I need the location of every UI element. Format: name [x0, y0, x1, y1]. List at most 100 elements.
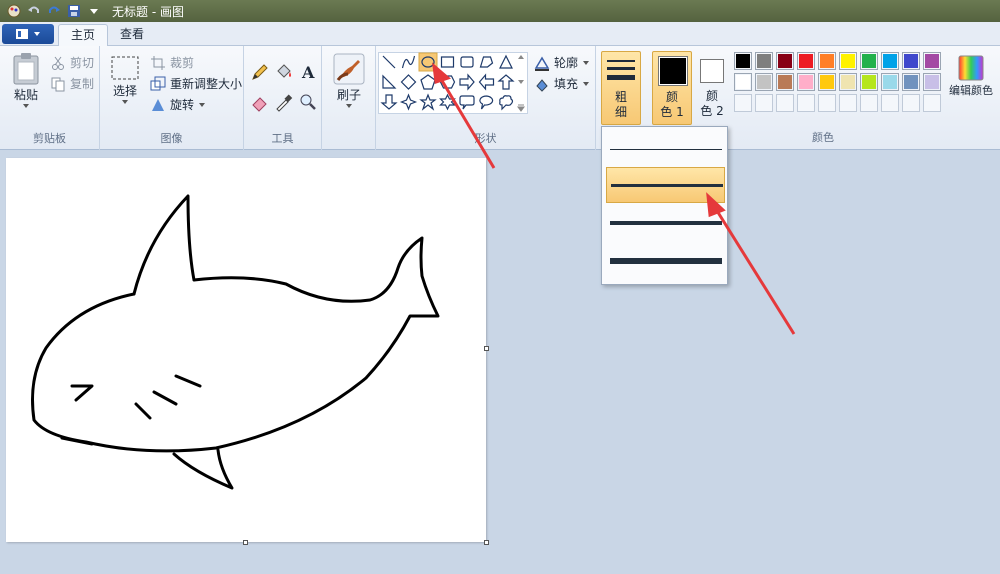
- rotate-button[interactable]: 旋转: [150, 96, 206, 113]
- chevron-down-icon: [199, 102, 206, 107]
- file-menu-button[interactable]: [2, 24, 54, 44]
- hexagon-icon[interactable]: [439, 75, 456, 89]
- text-button[interactable]: A: [298, 62, 318, 82]
- four-point-star-icon[interactable]: [399, 93, 418, 111]
- oval-callout-icon[interactable]: [479, 95, 494, 110]
- redo-icon[interactable]: [46, 3, 62, 19]
- six-point-star-icon[interactable]: [439, 93, 456, 111]
- palette-color-c3c3c3[interactable]: [755, 73, 773, 91]
- palette-color-ff7f27[interactable]: [818, 52, 836, 70]
- right-triangle-icon[interactable]: [382, 74, 397, 89]
- palette-empty-slot[interactable]: [881, 94, 899, 112]
- rectangle-icon[interactable]: [440, 56, 455, 68]
- eraser-button[interactable]: [250, 92, 270, 112]
- pentagon-icon[interactable]: [420, 74, 436, 90]
- palette-swatch-fill: [757, 75, 771, 89]
- palette-empty-slot[interactable]: [755, 94, 773, 112]
- scroll-up-icon[interactable]: [517, 54, 525, 60]
- right-arrow-icon[interactable]: [459, 73, 475, 91]
- magnifier-button[interactable]: [298, 92, 318, 112]
- palette-empty-slot[interactable]: [860, 94, 878, 112]
- size-option-thin[interactable]: [606, 131, 725, 167]
- color1-button[interactable]: 颜 色 1: [652, 51, 692, 125]
- color2-button[interactable]: 颜 色 2: [694, 51, 730, 125]
- palette-empty-slot[interactable]: [797, 94, 815, 112]
- palette-color-7092be[interactable]: [902, 73, 920, 91]
- palette-color-00a2e8[interactable]: [881, 52, 899, 70]
- color-palette: [734, 52, 944, 116]
- fill-button[interactable]: [274, 62, 294, 82]
- size-option-thick[interactable]: [606, 205, 725, 241]
- cloud-callout-icon[interactable]: [499, 95, 514, 111]
- cut-button[interactable]: 剪切: [50, 54, 94, 71]
- palette-empty-slot[interactable]: [839, 94, 857, 112]
- brushes-button[interactable]: 刷子: [328, 52, 370, 109]
- fill-shape-button[interactable]: 填充: [534, 75, 590, 92]
- five-point-star-icon-glyph: [419, 93, 437, 111]
- shark-drawing: [31, 194, 440, 490]
- tab-view[interactable]: 查看: [108, 24, 156, 46]
- palette-color-ffc90e[interactable]: [818, 73, 836, 91]
- save-icon[interactable]: [66, 3, 82, 19]
- tab-home[interactable]: 主页: [58, 24, 109, 46]
- resize-button[interactable]: 重新调整大小: [150, 75, 242, 92]
- palette-color-ffaec9[interactable]: [797, 73, 815, 91]
- palette-empty-slot[interactable]: [902, 94, 920, 112]
- palette-empty-slot[interactable]: [818, 94, 836, 112]
- palette-color-880015[interactable]: [776, 52, 794, 70]
- resize-handle-corner[interactable]: [484, 540, 489, 545]
- palette-color-efe4b0[interactable]: [839, 73, 857, 91]
- color-picker-button[interactable]: [274, 92, 294, 112]
- undo-icon[interactable]: [26, 3, 42, 19]
- up-arrow-icon[interactable]: [497, 74, 515, 90]
- paint-app-icon[interactable]: [6, 3, 22, 19]
- palette-empty-slot[interactable]: [923, 94, 941, 112]
- palette-color-7f7f7f[interactable]: [755, 52, 773, 70]
- outline-button[interactable]: 轮廓: [534, 54, 590, 71]
- shapes-gallery-scroll[interactable]: [516, 54, 526, 112]
- image-group: 选择 裁剪 重新调整大小 旋转 图像: [100, 46, 244, 150]
- five-point-star-icon[interactable]: [419, 93, 437, 111]
- four-point-star-icon-glyph: [399, 93, 418, 111]
- paste-button[interactable]: 粘贴: [8, 52, 44, 109]
- palette-color-3f48cc[interactable]: [902, 52, 920, 70]
- palette-color-22b14c[interactable]: [860, 52, 878, 70]
- size-option-medium[interactable]: [606, 167, 725, 203]
- scroll-down-icon[interactable]: [517, 79, 525, 85]
- rounded-rectangle-icon[interactable]: [460, 56, 474, 68]
- triangle-icon[interactable]: [499, 54, 513, 69]
- resize-handle-right[interactable]: [484, 346, 489, 351]
- palette-color-b5e61d[interactable]: [860, 73, 878, 91]
- down-arrow-icon[interactable]: [380, 94, 398, 110]
- line-icon[interactable]: [382, 55, 396, 69]
- palette-color-99d9ea[interactable]: [881, 73, 899, 91]
- palette-empty-slot[interactable]: [776, 94, 794, 112]
- palette-empty-slot[interactable]: [734, 94, 752, 112]
- size-option-extra-thick[interactable]: [606, 243, 725, 279]
- palette-color-a349a4[interactable]: [923, 52, 941, 70]
- drawing-canvas[interactable]: [6, 158, 486, 542]
- rounded-callout-icon[interactable]: [459, 95, 475, 110]
- palette-swatch-fill: [841, 54, 855, 68]
- polygon-icon[interactable]: [479, 56, 494, 68]
- left-arrow-icon[interactable]: [478, 73, 495, 91]
- pencil-button[interactable]: [250, 62, 270, 82]
- palette-color-000000[interactable]: [734, 52, 752, 70]
- shapes-gallery-icons[interactable]: [378, 52, 528, 114]
- diamond-icon[interactable]: [400, 74, 417, 90]
- crop-button[interactable]: 裁剪: [150, 54, 194, 71]
- curve-icon[interactable]: [401, 55, 416, 69]
- palette-color-c8bfe7[interactable]: [923, 73, 941, 91]
- customize-qat-icon[interactable]: [86, 3, 102, 19]
- palette-color-fff200[interactable]: [839, 52, 857, 70]
- oval-icon[interactable]: [418, 52, 438, 72]
- palette-color-b97a57[interactable]: [776, 73, 794, 91]
- select-button[interactable]: 选择: [108, 54, 142, 105]
- size-button[interactable]: 粗 细: [601, 51, 641, 125]
- palette-color-ed1c24[interactable]: [797, 52, 815, 70]
- resize-handle-bottom[interactable]: [243, 540, 248, 545]
- copy-button[interactable]: 复制: [50, 75, 94, 92]
- palette-color-ffffff[interactable]: [734, 73, 752, 91]
- edit-colors-button[interactable]: 编辑颜色: [946, 54, 996, 98]
- expand-gallery-icon[interactable]: [517, 104, 525, 112]
